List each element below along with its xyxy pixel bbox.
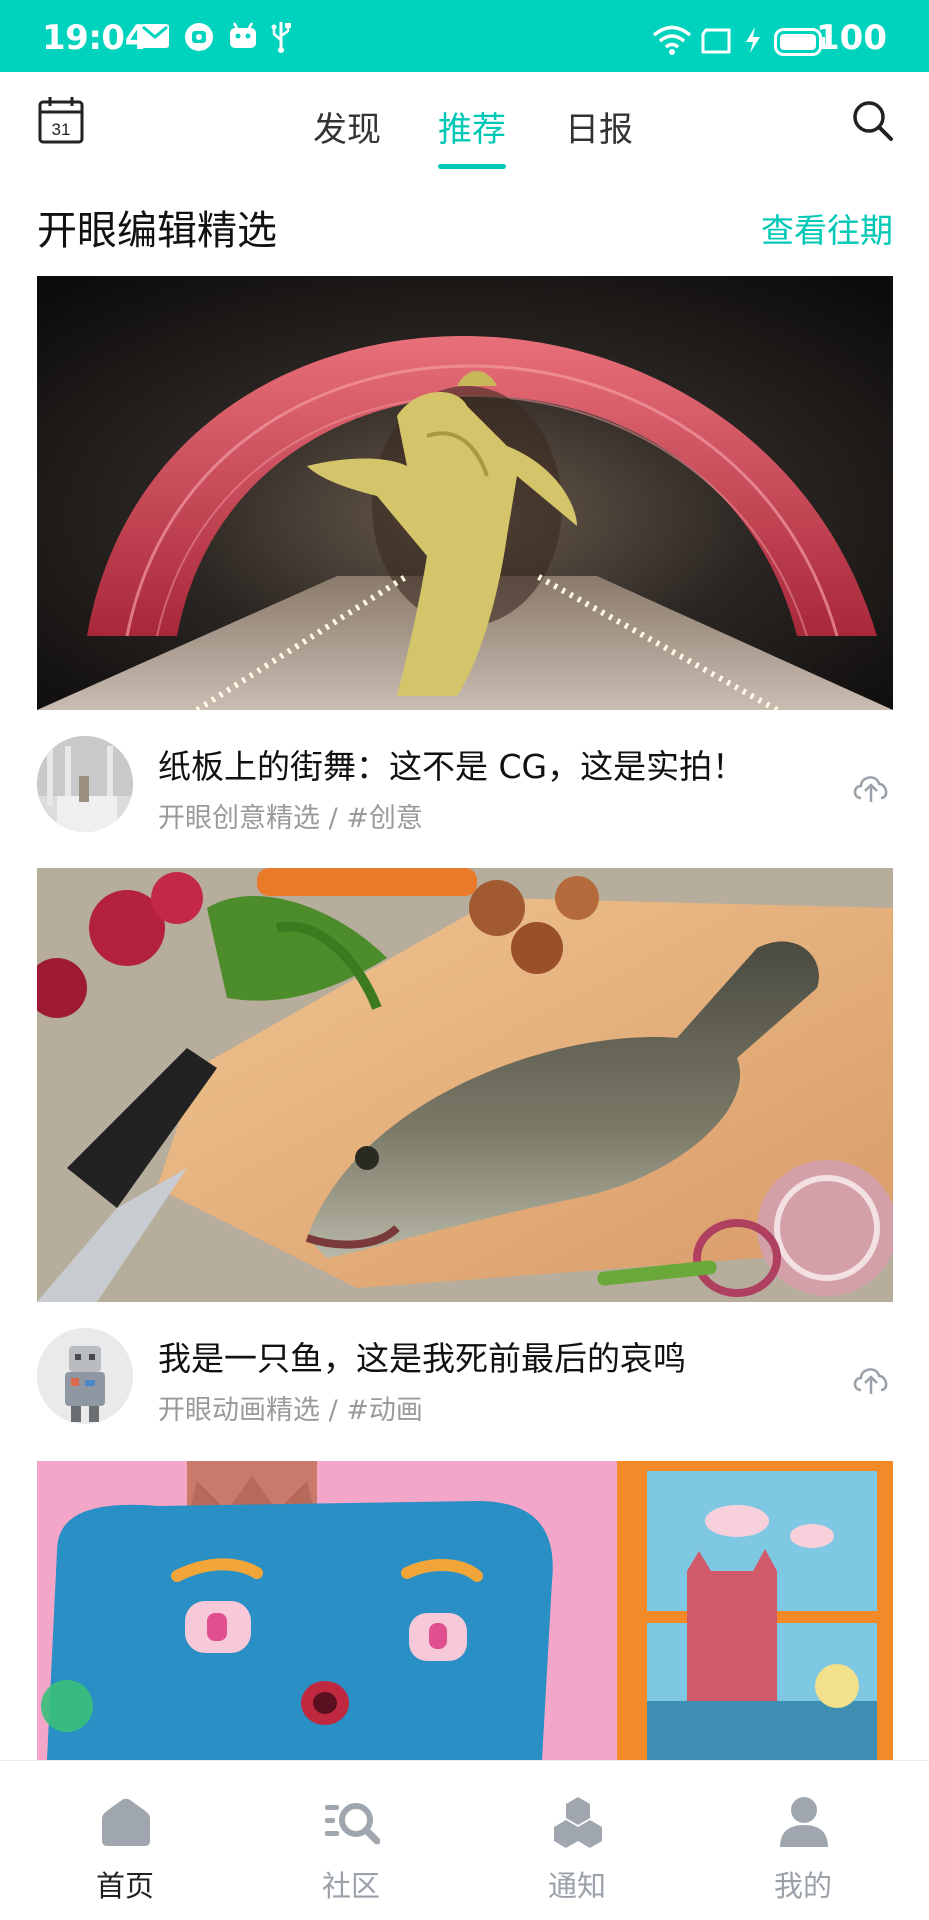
tab-daily[interactable]: 日报 <box>565 102 633 151</box>
profile-icon <box>780 1797 828 1847</box>
avatar[interactable] <box>37 736 133 832</box>
nav-notifications[interactable]: 通知 <box>507 1761 647 1920</box>
charging-icon <box>743 26 763 58</box>
calendar-day: 31 <box>52 120 71 139</box>
notification-icon <box>554 1797 602 1848</box>
card-title[interactable]: 我是一只鱼，这是我死前最后的哀鸣 <box>158 1332 686 1380</box>
bottom-navigation: 首页 社区 通知 我的 <box>0 1760 929 1920</box>
active-tab-indicator <box>438 164 506 169</box>
calendar-icon: 31 <box>38 97 84 144</box>
fish-on-cutting-board-photo <box>37 868 893 1302</box>
share-icon[interactable] <box>851 768 891 804</box>
white-room-avatar <box>37 736 133 832</box>
card-title[interactable]: 纸板上的街舞：这不是 CG，这是实拍！ <box>158 740 745 788</box>
tab-recommend[interactable]: 推荐 <box>438 102 506 151</box>
card-subtitle: 开眼动画精选 / #动画 <box>158 1395 423 1426</box>
wifi-icon <box>652 24 692 60</box>
camera-notif-icon <box>184 22 214 56</box>
clay-blue-character-animation-still <box>37 1461 893 1760</box>
nav-home-label: 首页 <box>95 1869 154 1903</box>
android-icon <box>228 22 258 54</box>
nav-profile-label: 我的 <box>773 1869 832 1903</box>
card-subtitle: 开眼创意精选 / #创意 <box>158 803 423 834</box>
video-thumbnail-3[interactable] <box>37 1461 893 1760</box>
status-bar: 19:04 100 <box>0 0 929 72</box>
robot-figure-avatar <box>37 1328 133 1424</box>
top-navigation: 31 发现 推荐 日报 <box>0 72 929 172</box>
nav-community-label: 社区 <box>321 1869 380 1903</box>
nav-home[interactable]: 首页 <box>55 1761 195 1920</box>
search-icon <box>853 101 893 141</box>
video-thumbnail-2[interactable] <box>37 868 893 1302</box>
tab-discover[interactable]: 发现 <box>313 102 381 151</box>
nav-profile[interactable]: 我的 <box>733 1761 873 1920</box>
section-title: 开眼编辑精选 <box>37 208 277 254</box>
video-thumbnail-1[interactable] <box>37 276 893 710</box>
mail-icon <box>140 22 170 54</box>
paper-sculpture-dancer-photo <box>37 276 893 710</box>
avatar[interactable] <box>37 1328 133 1424</box>
usb-icon <box>270 20 292 58</box>
calendar-button[interactable]: 31 <box>38 96 84 144</box>
share-icon[interactable] <box>851 1360 891 1396</box>
home-icon <box>102 1798 150 1846</box>
search-button[interactable] <box>850 98 894 142</box>
community-icon <box>325 1803 380 1845</box>
nav-notifications-label: 通知 <box>547 1869 606 1903</box>
nav-community[interactable]: 社区 <box>281 1761 421 1920</box>
view-past-link[interactable]: 查看往期 <box>761 204 893 252</box>
battery-level: 100 <box>816 18 887 58</box>
screen-icon <box>700 28 732 58</box>
status-time: 19:04 <box>42 18 148 58</box>
